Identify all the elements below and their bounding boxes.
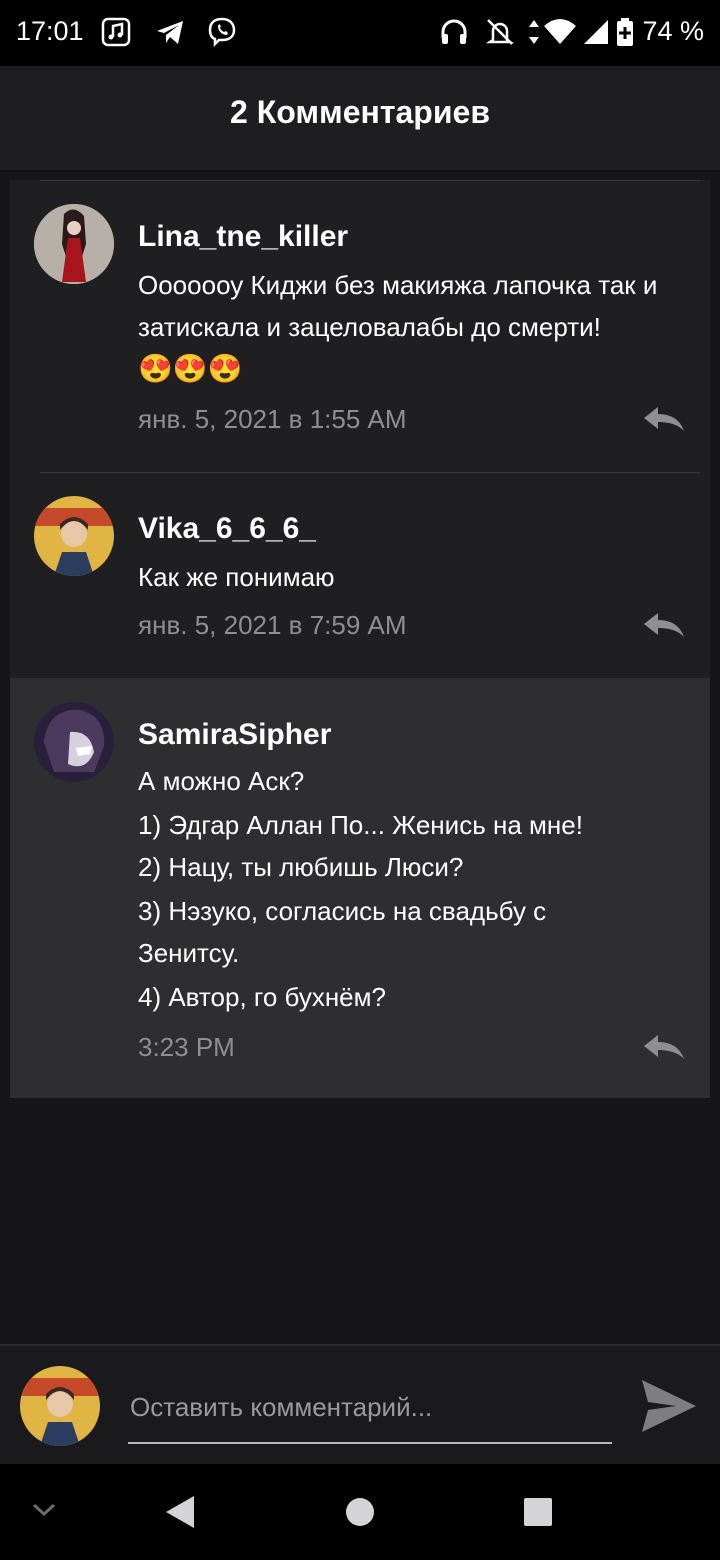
page-title: 2 Комментариев [230,94,490,130]
reply-icon[interactable] [642,1032,686,1062]
viber-icon [208,17,236,48]
comment-line: А можно Аск? [138,766,305,796]
comment-item: Lina_tne_killer Ооооооу Киджи без макияж… [10,180,710,472]
comment-text: Как же понимаю [138,562,335,592]
chevron-down-icon[interactable] [30,1500,58,1520]
battery-percent: 74 % [642,16,704,46]
reply-icon[interactable] [642,610,686,640]
avatar[interactable] [34,204,114,284]
current-user-avatar [20,1366,100,1446]
status-bar: 17:01 74 % [0,0,720,66]
system-nav-bar [0,1464,720,1560]
battery-icon [617,18,633,46]
comment-line: 1) Эдгар Аллан По... Женись на мне! [138,810,583,840]
comment-line: 3) Нэзуко, согласись на свадьбу с Зенитс… [138,896,547,968]
comment-author[interactable]: SamiraSipher [138,718,331,752]
comment-time: янв. 5, 2021 в 7:59 AM [138,610,407,640]
avatar[interactable] [34,496,114,576]
comment-line: 4) Автор, го бухнём? [138,982,386,1012]
comment-time: 3:23 PM [138,1032,235,1062]
reply-icon[interactable] [642,404,686,434]
signal-icon [584,20,608,44]
home-icon[interactable] [344,1496,376,1528]
comment-item: Vika_6_6_6_ Как же понимаю янв. 5, 2021 … [10,472,710,678]
comment-field-wrapper [128,1376,616,1444]
divider [40,180,700,181]
comment-item-highlighted: SamiraSipher А можно Аск? 1) Эдгар Аллан… [10,678,710,1098]
back-icon[interactable] [164,1494,196,1530]
comment-emoji: 😍😍😍 [138,353,243,384]
comment-line: 2) Нацу, ты любишь Люси? [138,852,464,882]
comment-author[interactable]: Vika_6_6_6_ [138,512,316,546]
send-icon[interactable] [640,1378,698,1434]
headphones-icon [441,19,467,44]
comment-input[interactable] [128,1376,616,1438]
telegram-icon [157,21,183,44]
comments-header: 2 Комментариев [0,66,720,172]
wifi-icon [544,19,576,44]
bell-off-icon [485,19,515,45]
avatar[interactable] [34,702,114,782]
comment-time: янв. 5, 2021 в 1:55 AM [138,404,407,434]
divider [40,472,700,473]
comment-input-bar [0,1344,720,1466]
music-icon [101,17,131,47]
comment-text: Ооооооу Киджи без макияжа лапочка так и … [138,270,658,342]
recents-icon[interactable] [522,1496,554,1528]
status-time: 17:01 [16,16,84,46]
comment-author[interactable]: Lina_tne_killer [138,220,348,254]
